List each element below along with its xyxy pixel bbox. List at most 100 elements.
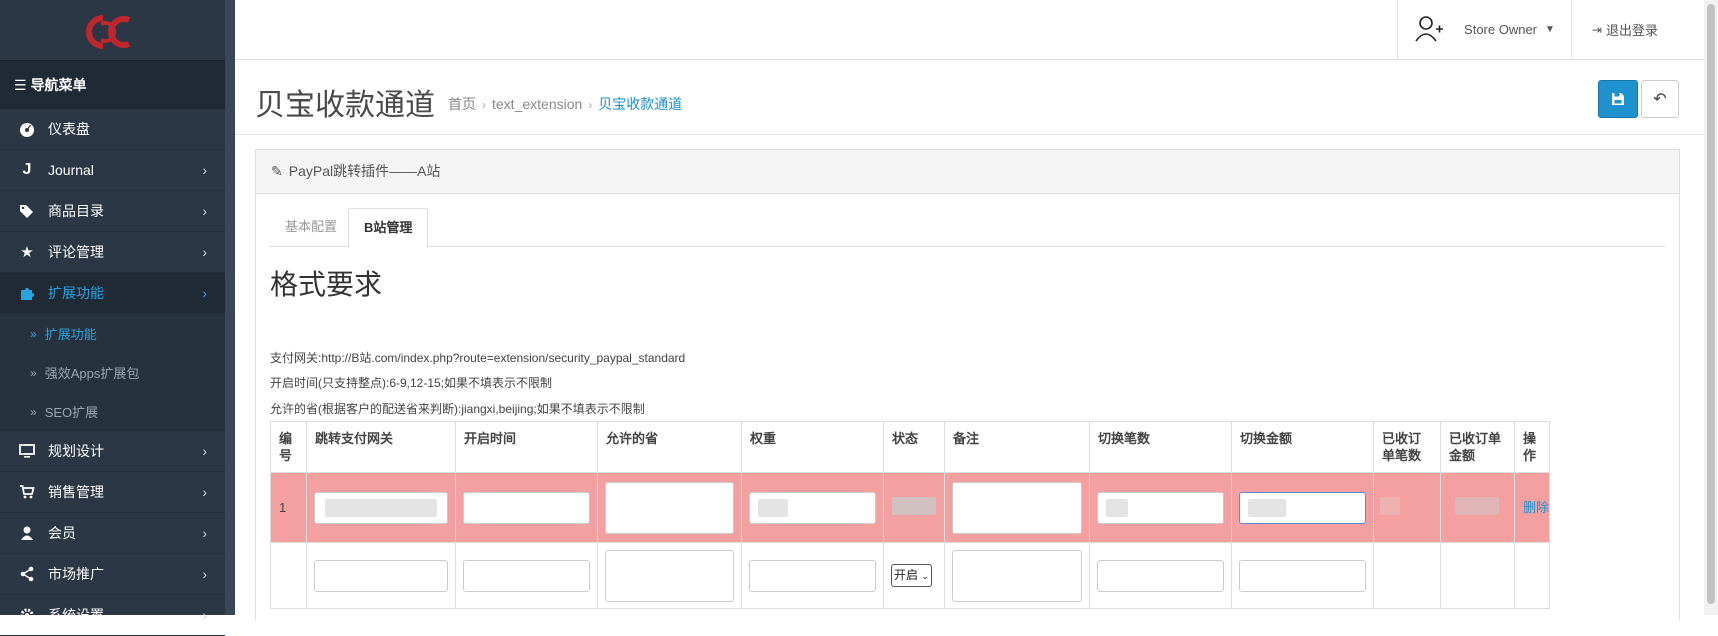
col-header: 开启时间 [455,421,598,473]
provinces-cell [597,542,742,609]
weight-cell [741,542,884,609]
open-time-input[interactable] [463,491,590,524]
save-button[interactable] [1598,80,1638,118]
col-header: 已收订单笔数 [1373,421,1441,473]
sidebar-item-label: 销售管理 [48,484,104,500]
open-time-input[interactable] [463,559,590,592]
sidebar-item-extensions[interactable]: 扩展功能 › [0,273,225,314]
chevron-right-icon: › [202,443,207,459]
sidebar-item-label: 会员 [48,525,76,541]
user-dropdown[interactable]: Store Owner ▼ [1397,0,1572,59]
gateway-input[interactable] [314,559,448,592]
remark-textarea[interactable] [952,481,1082,534]
tabs: 基本配置 B站管理 [270,208,1665,248]
col-header: 允许的省 [597,421,742,473]
chevron-down-icon: ⌄ [921,571,929,581]
back-button[interactable]: ↶ [1641,80,1679,118]
submenu-item-apps-pack[interactable]: » 强效Apps扩展包 [0,353,225,392]
order-amount-cell [1440,542,1515,609]
delete-link[interactable]: 删除 [1515,499,1549,516]
remark-cell [944,542,1090,609]
sidebar-item-marketing[interactable]: 市场推广 › [0,554,225,595]
switch-count-input[interactable] [1097,491,1224,524]
breadcrumb-home[interactable]: 首页 [448,96,476,112]
sidebar-item-catalog[interactable]: 商品目录 › [0,191,225,232]
provinces-textarea[interactable] [605,481,734,534]
table-row: 1 删除 [270,472,1550,543]
sidebar-item-design[interactable]: 规划设计 › [0,431,225,472]
order-count-cell [1373,472,1441,543]
gateway-input[interactable] [314,491,448,524]
col-header: 跳转支付网关 [306,421,456,473]
tags-icon [18,202,36,220]
col-header: 状态 [883,421,945,473]
order-amount-cell [1440,472,1515,543]
row-id: 1 [270,472,307,543]
logout-link[interactable]: ⇥ 退出登录 [1572,0,1678,59]
weight-input[interactable] [749,559,876,592]
table-header-row: 编号 跳转支付网关 开启时间 允许的省 权重 状态 备注 切换笔数 切换金额 已… [270,421,1550,473]
redacted-value [892,497,936,515]
redacted-value [1455,497,1499,515]
double-chevron-icon: » [30,404,37,419]
breadcrumb: 首页 › text_extension › 贝宝收款通道 [448,94,682,114]
chevron-right-icon: › [202,203,207,219]
gear-icon [18,606,36,624]
order-count-cell [1373,542,1441,609]
logo[interactable] [0,0,225,60]
col-header: 编号 [270,421,307,473]
open-time-cell [455,542,598,609]
status-select[interactable]: 开启 ⌄ [891,564,932,587]
page-title: 贝宝收款通道 [255,88,435,123]
switch-amount-input[interactable] [1239,491,1366,524]
redacted-value [325,498,437,517]
sidebar-item-dashboard[interactable]: 仪表盘 [0,109,225,150]
nav-menu-header[interactable]: ☰ 导航菜单 [0,60,225,109]
chevron-right-icon: › [202,244,207,260]
switch-count-cell [1089,542,1232,609]
panel-heading-text: PayPal跳转插件——A站 [288,163,441,179]
sidebar-item-journal[interactable]: J Journal › [0,150,225,191]
sidebar-item-system[interactable]: 系统设置 › [0,595,225,636]
chevron-right-icon: › [202,525,207,541]
action-cell: 删除 [1514,472,1550,543]
switch-amount-cell [1231,542,1374,609]
breadcrumb-extension[interactable]: text_extension [492,96,582,112]
gateway-cell [306,472,456,543]
submenu-item-extensions[interactable]: » 扩展功能 [0,314,225,353]
b-site-table: 编号 跳转支付网关 开启时间 允许的省 权重 状态 备注 切换笔数 切换金额 已… [270,421,1550,609]
scrollbar-thumb[interactable] [1707,4,1715,604]
breadcrumb-current[interactable]: 贝宝收款通道 [598,96,682,112]
sidebar-item-label: 系统设置 [48,607,104,623]
sidebar-item-sales[interactable]: 销售管理 › [0,472,225,513]
sidebar-item-label: 扩展功能 [48,285,104,301]
floppy-icon [1612,93,1624,105]
sidebar-item-label: 市场推广 [48,566,104,582]
provinces-textarea[interactable] [605,549,734,602]
dashboard-icon [18,120,36,138]
tab-basic-config[interactable]: 基本配置 [270,208,352,245]
user-name: Store Owner [1464,22,1538,37]
add-user-icon [1414,13,1444,46]
switch-count-input[interactable] [1097,559,1224,592]
row-id [270,542,307,609]
tab-b-site-management[interactable]: B站管理 [348,208,429,248]
sidebar-item-customers[interactable]: 会员 › [0,513,225,554]
format-title: 格式要求 [270,268,383,301]
cart-icon [18,483,36,501]
double-chevron-icon: » [30,326,37,341]
sign-out-icon: ⇥ [1591,22,1602,37]
page-scrollbar[interactable] [1704,0,1718,615]
weight-input[interactable] [749,491,876,524]
switch-amount-input[interactable] [1239,559,1366,592]
remark-textarea[interactable] [952,549,1082,602]
status-cell [883,472,945,543]
page-header: 贝宝收款通道 首页 › text_extension › 贝宝收款通道 ↶ [235,60,1704,135]
breadcrumb-separator: › [482,98,486,112]
sidebar-item-reviews[interactable]: ★ 评论管理 › [0,232,225,273]
col-header: 切换笔数 [1089,421,1232,473]
submenu-item-seo[interactable]: » SEO扩展 [0,392,225,431]
sidebar: ☰ 导航菜单 仪表盘 J Journal › 商品目录 › ★ 评论管理 › 扩展… [0,0,225,636]
switch-amount-cell [1231,472,1374,543]
info-open-time: 开启时间(只支持整点):6-9,12-15;如果不填表示不限制 [270,376,553,390]
